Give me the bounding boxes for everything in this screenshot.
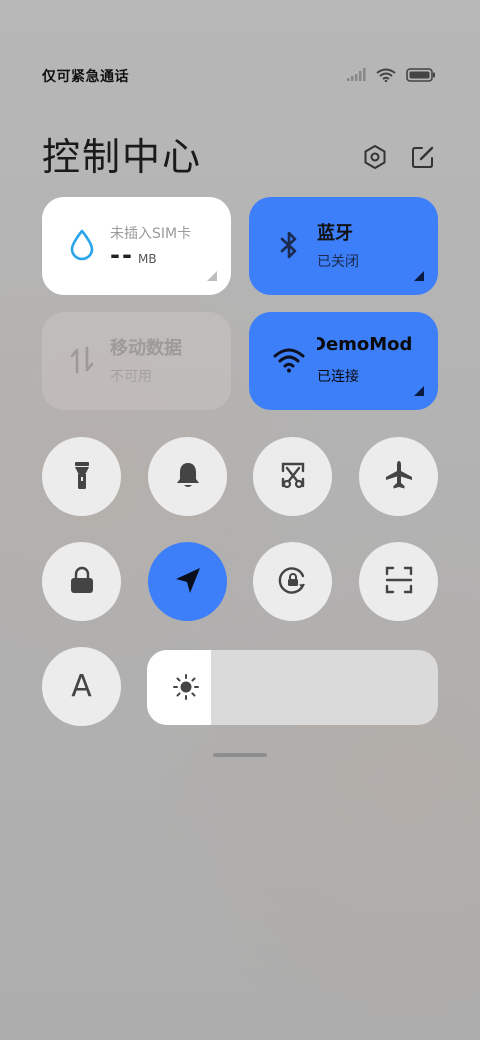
data-transfer-icon — [64, 342, 100, 378]
rotation-lock-toggle[interactable] — [253, 542, 332, 621]
edit-icon[interactable] — [410, 144, 436, 174]
wifi-title-clip: DemoMod — [317, 334, 423, 360]
expand-corner-icon — [207, 271, 217, 281]
drag-handle[interactable] — [213, 753, 267, 757]
airplane-mode-toggle[interactable] — [359, 437, 438, 516]
data-usage-unit: MB — [138, 252, 157, 266]
mobile-data-status: 不可用 — [110, 369, 152, 385]
ringer-toggle[interactable] — [148, 437, 227, 516]
bluetooth-status: 已关闭 — [317, 254, 359, 270]
brightness-slider[interactable] — [147, 650, 438, 725]
lock-icon — [65, 563, 99, 601]
page-title: 控制中心 — [42, 135, 203, 179]
sim-status-label: 未插入SIM卡 — [110, 226, 192, 242]
wifi-icon — [376, 67, 396, 86]
data-usage-value: -- — [110, 241, 134, 269]
screenshot-toggle[interactable] — [253, 437, 332, 516]
bluetooth-title: 蓝牙 — [317, 223, 353, 244]
screen-lock-toggle[interactable] — [42, 542, 121, 621]
status-icons — [346, 67, 436, 86]
signal-icon — [346, 67, 366, 86]
battery-icon — [406, 67, 436, 86]
mobile-data-tile[interactable]: 移动数据 不可用 — [42, 312, 231, 410]
expand-corner-icon — [414, 386, 424, 396]
bluetooth-tile[interactable]: 蓝牙 已关闭 — [249, 197, 438, 295]
flashlight-toggle[interactable] — [42, 437, 121, 516]
wifi-status: 已连接 — [317, 369, 359, 385]
wifi-network-name: DemoMod — [317, 334, 413, 355]
carrier-text: 仅可紧急通话 — [42, 69, 129, 85]
font-icon: A — [71, 669, 92, 704]
wifi-tile[interactable]: DemoMod 已连接 — [249, 312, 438, 410]
location-arrow-icon — [171, 563, 205, 601]
font-size-toggle[interactable]: A — [42, 647, 121, 726]
location-toggle[interactable] — [148, 542, 227, 621]
flashlight-icon — [65, 458, 99, 496]
wifi-icon — [271, 342, 307, 378]
airplane-icon — [382, 458, 416, 496]
status-bar: 仅可紧急通话 — [42, 64, 436, 88]
bluetooth-icon — [271, 227, 307, 263]
settings-icon[interactable] — [362, 144, 388, 174]
sun-icon — [171, 672, 201, 702]
scanner-toggle[interactable] — [359, 542, 438, 621]
expand-corner-icon — [414, 271, 424, 281]
scissors-screenshot-icon — [276, 458, 310, 496]
mobile-data-title: 移动数据 — [110, 338, 182, 359]
scan-icon — [382, 563, 416, 601]
water-drop-icon — [64, 227, 100, 263]
sim-card-tile[interactable]: 未插入SIM卡 -- MB — [42, 197, 231, 295]
header-actions — [362, 144, 436, 174]
bell-icon — [171, 458, 205, 496]
rotation-lock-icon — [276, 563, 310, 601]
